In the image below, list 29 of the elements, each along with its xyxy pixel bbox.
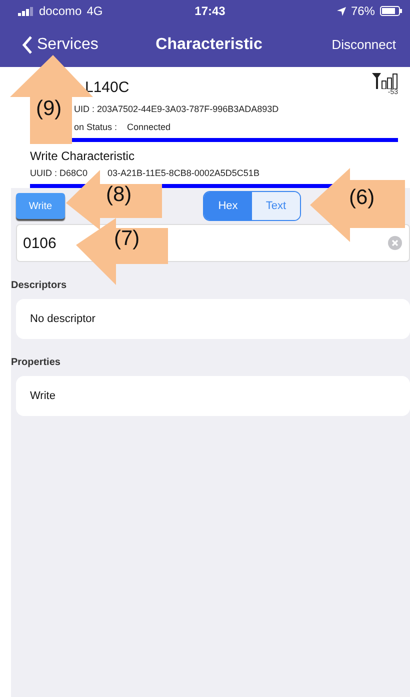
battery-icon <box>380 6 402 16</box>
section-heading: Properties <box>11 357 62 368</box>
callout-number: (7) <box>114 228 140 249</box>
clock-time: 17:43 <box>194 4 226 18</box>
list-item: No descriptor <box>16 299 410 339</box>
signal-strength-icon <box>372 73 398 89</box>
characteristic-uuid: 03-A21B-11E5-8CB8-0002A5D5C51B <box>108 168 260 178</box>
callout-number: (9) <box>36 98 62 119</box>
back-chevron-icon <box>22 36 33 54</box>
screen-title: Characteristic <box>156 36 262 54</box>
callout-number: (6) <box>349 187 375 208</box>
callout-number: (8) <box>106 184 132 205</box>
device-name: L140C <box>85 79 130 96</box>
clear-icon[interactable] <box>388 236 402 250</box>
back-button[interactable]: Services <box>22 36 132 54</box>
disconnect-button[interactable]: Disconnect <box>286 37 396 52</box>
location-arrow-icon <box>336 6 346 16</box>
characteristic-name: Write Characteristic <box>30 149 136 163</box>
battery-percent: 76% <box>350 4 375 18</box>
section-heading: Descriptors <box>11 280 68 291</box>
status-label: on Status : <box>74 122 118 132</box>
network-type: 4G <box>86 4 103 18</box>
carrier-name: docomo <box>39 4 82 18</box>
characteristic-uuid: UUID : D68C0 <box>30 168 88 178</box>
cellular-signal-icon <box>18 6 34 16</box>
device-uuid: UID : 203A7502-44E9-3A03-787F-996B3ADA893D <box>74 104 280 114</box>
connection-status: Connected <box>127 122 171 132</box>
format-segment[interactable]: Hex <box>204 192 252 220</box>
list-item: Write <box>16 376 410 416</box>
